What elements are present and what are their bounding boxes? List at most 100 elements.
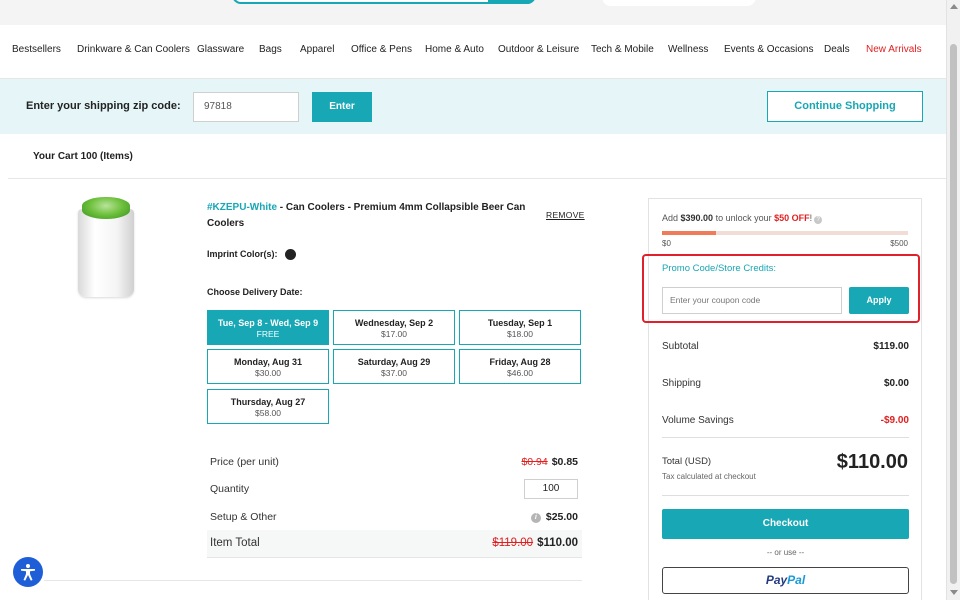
product-image[interactable] <box>78 197 134 299</box>
help-icon[interactable]: ? <box>814 216 823 224</box>
nav-item-home-auto[interactable]: Home & Auto <box>425 44 484 55</box>
delivery-option-date: Tuesday, Sep 1 <box>487 318 553 328</box>
price-new: $0.85 <box>551 456 578 468</box>
can-top <box>82 197 130 219</box>
unlock-suffix: ! <box>809 213 813 223</box>
total-value: $110.00 <box>836 451 908 473</box>
quantity-input[interactable]: 100 <box>524 479 578 499</box>
setup-label: Setup & Other <box>210 511 277 523</box>
top-header-strip <box>0 0 946 25</box>
scrollbar-thumb[interactable] <box>950 44 957 584</box>
delivery-option-date: Wednesday, Sep 2 <box>354 318 434 328</box>
item-total-row: Item Total $119.00 $110.00 <box>207 530 582 558</box>
price-per-unit-label: Price (per unit) <box>210 456 279 468</box>
accessibility-icon <box>21 564 35 581</box>
imprint-color-label: Imprint Color(s): <box>207 249 278 259</box>
nav-item-tech-mobile[interactable]: Tech & Mobile <box>591 44 654 55</box>
zip-enter-button[interactable]: Enter <box>312 92 372 122</box>
item-total-value: $119.00 $110.00 <box>492 537 578 549</box>
cart-page: Bestsellers Drinkware & Can Coolers Glas… <box>0 0 960 600</box>
zip-code-input[interactable]: 97818 <box>193 92 299 122</box>
cart-divider <box>8 178 950 179</box>
scroll-up-arrow-icon[interactable] <box>950 4 958 9</box>
can-cooler-body <box>78 209 134 297</box>
setup-value: $25.00 <box>545 511 578 523</box>
shipping-value: $0.00 <box>883 378 909 389</box>
delivery-option-date: Tue, Sep 8 - Wed, Sep 9 <box>217 318 319 328</box>
delivery-option-price: $17.00 <box>381 329 407 339</box>
price-old: $0.94 <box>521 456 548 468</box>
product-sku-link[interactable]: #KZEPU-White <box>207 202 277 213</box>
checkout-button[interactable]: Checkout <box>662 509 909 539</box>
delivery-date-label: Choose Delivery Date: <box>207 287 303 297</box>
delivery-option-date: Thursday, Aug 27 <box>230 397 306 407</box>
item-total-new: $110.00 <box>537 537 578 549</box>
page-scrollbar[interactable] <box>946 0 960 600</box>
nav-item-office-pens[interactable]: Office & Pens <box>351 44 412 55</box>
nav-item-bestsellers[interactable]: Bestsellers <box>12 44 61 55</box>
delivery-option-aug27[interactable]: Thursday, Aug 27 $58.00 <box>207 389 329 424</box>
summary-divider <box>662 495 909 496</box>
accessibility-button[interactable] <box>13 557 43 587</box>
nav-item-events[interactable]: Events & Occasions <box>724 44 813 55</box>
unlock-prefix: Add <box>662 213 681 223</box>
unlock-offer-message: Add $390.00 to unlock your $50 OFF!? <box>662 213 823 224</box>
remove-item-link[interactable]: REMOVE <box>546 210 585 220</box>
unlock-mid: to unlock your <box>713 213 775 223</box>
paypal-logo-pay: Pay <box>765 573 788 587</box>
price-per-unit-row: Price (per unit) $0.94 $0.85 <box>207 449 582 477</box>
paypal-button[interactable]: PayPal <box>662 567 909 594</box>
delivery-option-sep2[interactable]: Wednesday, Sep 2 $17.00 <box>333 310 455 345</box>
quantity-row: Quantity 100 <box>207 476 582 504</box>
delivery-option-date: Saturday, Aug 29 <box>357 357 431 367</box>
shipping-zip-bar: Enter your shipping zip code: 97818 Ente… <box>0 79 946 134</box>
delivery-option-date: Friday, Aug 28 <box>489 357 551 367</box>
progress-min-label: $0 <box>662 239 671 248</box>
volume-savings-value: -$9.00 <box>880 415 909 426</box>
continue-shopping-button[interactable]: Continue Shopping <box>767 91 923 122</box>
category-nav: Bestsellers Drinkware & Can Coolers Glas… <box>0 25 946 79</box>
nav-item-drinkware[interactable]: Drinkware & Can Coolers <box>77 44 190 55</box>
info-icon[interactable]: i <box>530 513 541 523</box>
item-total-old: $119.00 <box>492 537 534 549</box>
item-total-label: Item Total <box>210 537 260 549</box>
header-search-button[interactable] <box>488 0 536 4</box>
nav-item-bags[interactable]: Bags <box>259 44 282 55</box>
delivery-option-aug31[interactable]: Monday, Aug 31 $30.00 <box>207 349 329 384</box>
apply-coupon-button[interactable]: Apply <box>849 287 909 314</box>
progress-max-label: $500 <box>890 239 908 248</box>
header-account-pill[interactable] <box>602 0 756 6</box>
or-use-label: -- or use -- <box>766 548 805 557</box>
summary-divider <box>662 437 909 438</box>
setup-row: Setup & Other i $25.00 <box>207 504 582 532</box>
delivery-option-price: $18.00 <box>507 329 533 339</box>
nav-item-outdoor-leisure[interactable]: Outdoor & Leisure <box>498 44 579 55</box>
nav-item-glassware[interactable]: Glassware <box>197 44 244 55</box>
coupon-code-input[interactable]: Enter your coupon code <box>662 287 842 314</box>
nav-item-deals[interactable]: Deals <box>824 44 850 55</box>
unlock-offer: $50 OFF <box>774 213 810 223</box>
unlock-amount: $390.00 <box>680 213 714 223</box>
promo-code-label: Promo Code/Store Credits: <box>662 263 777 274</box>
zip-label: Enter your shipping zip code: <box>26 100 181 112</box>
imprint-color-swatch[interactable] <box>285 249 296 260</box>
section-divider <box>44 580 582 581</box>
nav-item-apparel[interactable]: Apparel <box>300 44 334 55</box>
delivery-option-sep1[interactable]: Tuesday, Sep 1 $18.00 <box>459 310 581 345</box>
quantity-label: Quantity <box>210 483 250 495</box>
delivery-option-price: $58.00 <box>255 408 281 418</box>
nav-item-wellness[interactable]: Wellness <box>668 44 708 55</box>
delivery-option-price: FREE <box>256 329 280 339</box>
subtotal-label: Subtotal <box>662 341 699 352</box>
delivery-option-aug29[interactable]: Saturday, Aug 29 $37.00 <box>333 349 455 384</box>
order-summary-panel: Add $390.00 to unlock your $50 OFF!? $0 … <box>642 198 922 600</box>
volume-savings-label: Volume Savings <box>662 415 734 426</box>
delivery-option-aug28[interactable]: Friday, Aug 28 $46.00 <box>459 349 581 384</box>
subtotal-value: $119.00 <box>873 341 909 352</box>
product-title: #KZEPU-White - Can Coolers - Premium 4mm… <box>207 200 552 232</box>
delivery-option-sep8[interactable]: Tue, Sep 8 - Wed, Sep 9 FREE <box>207 310 329 345</box>
offer-progress-fill <box>662 231 717 235</box>
nav-item-new-arrivals[interactable]: New Arrivals <box>866 44 922 55</box>
tax-note: Tax calculated at checkout <box>662 472 756 481</box>
scroll-down-arrow-icon[interactable] <box>950 590 958 595</box>
